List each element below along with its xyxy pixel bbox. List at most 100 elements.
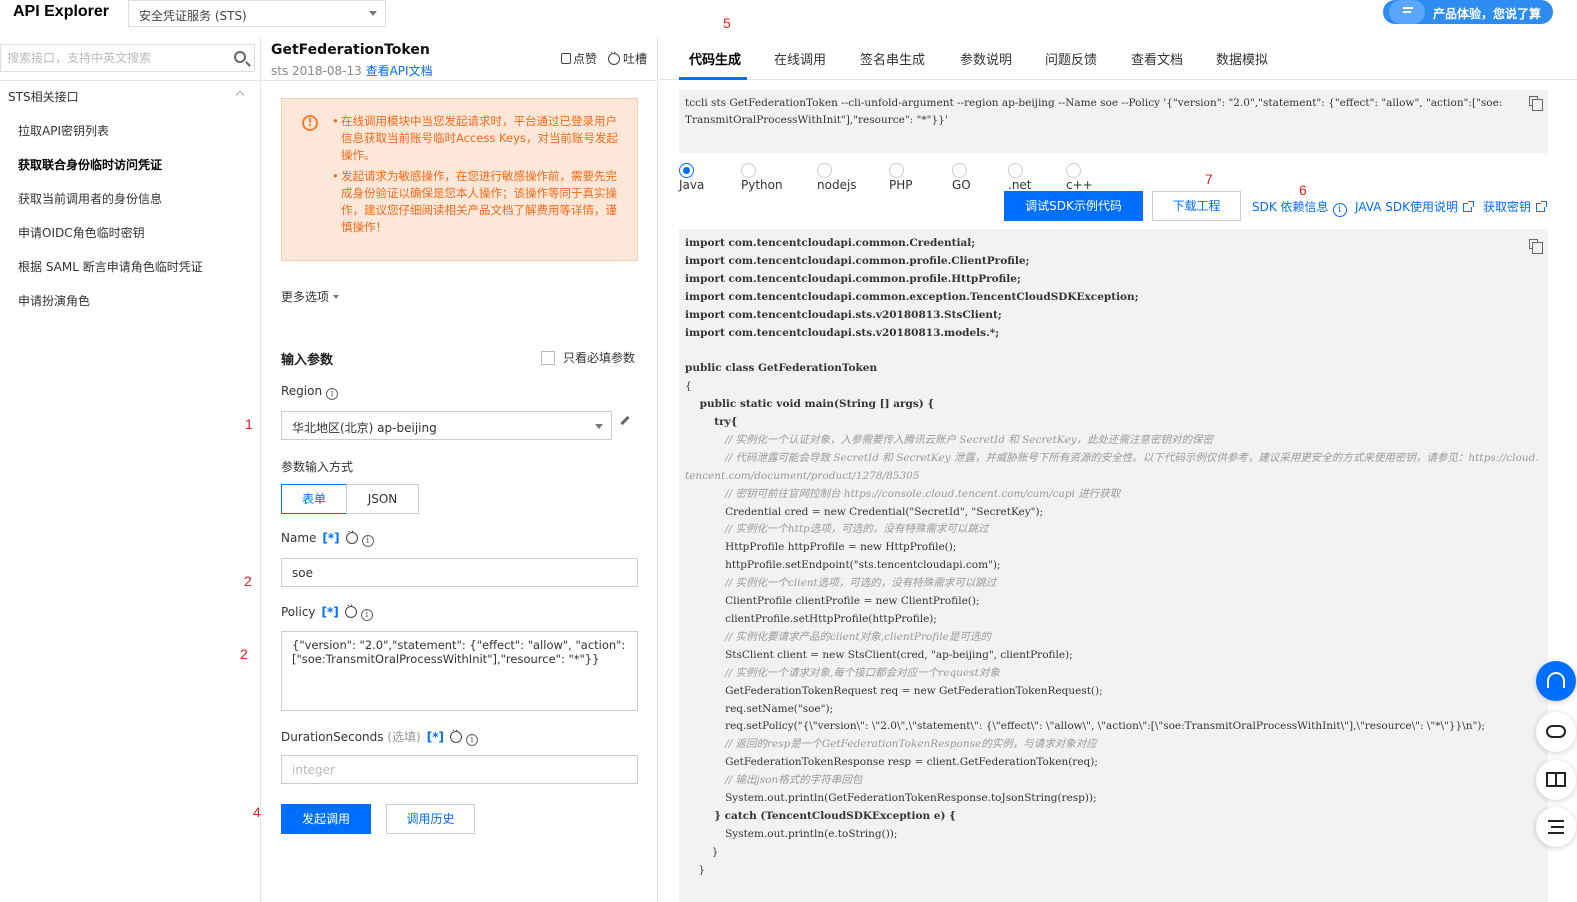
tab-signature[interactable]: 签名串生成	[860, 49, 925, 68]
code-line: try{	[685, 416, 738, 429]
code-line: // 实例化一个client选项，可选的，没有特殊需求可以跳过	[685, 577, 997, 590]
code-line: // 代码泄露可能会导致 SecretId 和 SecretKey 泄露，并威胁…	[685, 451, 1539, 482]
sidebar-item-list-api-keys[interactable]: 拉取API密钥列表	[18, 122, 109, 139]
radio-label: Java	[679, 178, 705, 192]
service-select[interactable]: 安全凭证服务 (STS)	[128, 0, 386, 27]
search-box[interactable]	[0, 44, 255, 72]
invoke-button[interactable]: 发起调用	[281, 804, 371, 834]
info-icon[interactable]: i	[360, 609, 373, 621]
required-tag: [*]	[322, 531, 340, 545]
search-input[interactable]	[7, 49, 222, 67]
copy-icon[interactable]	[1529, 239, 1543, 254]
sidebar-item-assume-role-oidc[interactable]: 申请OIDC角色临时密钥	[18, 224, 145, 241]
tab-online-call[interactable]: 在线调用	[774, 49, 826, 68]
region-select[interactable]: 华北地区(北京) ap-beijing	[281, 411, 612, 440]
caret-down-icon	[333, 295, 340, 299]
download-project-button[interactable]: 下载工程	[1152, 191, 1241, 221]
radio-label: PHP	[889, 178, 913, 192]
code-line: GetFederationTokenResponse resp = client…	[685, 756, 1098, 769]
code-line: import com.tencentcloudapi.common.except…	[685, 290, 1139, 303]
sdk-deps-label: SDK 依赖信息	[1252, 200, 1329, 214]
radio-dot-icon	[1008, 163, 1023, 178]
cloud-button[interactable]	[1536, 712, 1576, 752]
docs-button[interactable]	[1536, 760, 1576, 800]
info-icon[interactable]: i	[361, 535, 374, 547]
sidebar: STS相关接口 拉取API密钥列表 获取联合身份临时访问凭证 获取当前调用者的身…	[0, 38, 261, 902]
annotation-number: 5	[723, 15, 731, 31]
frown-icon[interactable]	[344, 601, 357, 618]
more-options-toggle[interactable]: 更多选项	[281, 288, 340, 305]
code-line: import com.tencentcloudapi.sts.v20180813…	[685, 326, 1000, 339]
radio-java[interactable]: Java	[679, 163, 704, 192]
mode-form-button[interactable]: 表单	[281, 484, 347, 514]
name-input[interactable]: soe	[281, 558, 638, 587]
tab-params[interactable]: 参数说明	[960, 49, 1012, 68]
like-button[interactable]: 点赞	[561, 50, 597, 67]
radio-python[interactable]: Python	[741, 163, 783, 192]
pencil-icon[interactable]	[620, 415, 630, 426]
radio-dotnet[interactable]: .net	[1008, 163, 1032, 192]
promo-button[interactable]: 产品体验，您说了算	[1383, 0, 1553, 24]
region-select-value: 华北地区(北京) ap-beijing	[292, 421, 437, 435]
java-sdk-doc-link[interactable]: JAVA SDK使用说明	[1355, 198, 1474, 215]
tab-mock[interactable]: 数据模拟	[1216, 49, 1268, 68]
info-icon[interactable]: i	[466, 734, 478, 746]
sidebar-item-get-federation-token[interactable]: 获取联合身份临时访问凭证	[18, 156, 162, 173]
copy-icon[interactable]	[1529, 96, 1543, 111]
annotation-number: 2	[244, 573, 252, 589]
required-only-label: 只看必填参数	[563, 351, 636, 365]
sidebar-item-get-caller-identity[interactable]: 获取当前调用者的身份信息	[18, 190, 162, 207]
required-only-checkbox[interactable]: 只看必填参数	[541, 349, 635, 366]
api-doc-link[interactable]: 查看API文档	[366, 64, 433, 78]
history-button[interactable]: 调用历史	[386, 804, 475, 834]
chevron-down-icon	[595, 424, 603, 429]
mode-json-button[interactable]: JSON	[346, 484, 419, 514]
tab-docs[interactable]: 查看文档	[1131, 49, 1183, 68]
sidebar-item-assume-role-saml[interactable]: 根据 SAML 断言申请角色临时凭证	[18, 258, 203, 275]
code-line: // 输出json格式的字符串回包	[685, 774, 863, 787]
list-icon	[1548, 820, 1564, 822]
code-line: import com.tencentcloudapi.common.profil…	[685, 254, 1030, 267]
region-label-text: Region	[281, 384, 323, 398]
sidebar-group-header[interactable]: STS相关接口	[8, 88, 79, 105]
menu-button[interactable]	[1536, 807, 1576, 847]
annotation-number: 4	[253, 804, 261, 820]
code-line: }	[685, 845, 719, 858]
policy-textarea[interactable]: {"version": "2.0","statement": {"effect"…	[281, 631, 638, 711]
duration-label-text: DurationSeconds	[281, 730, 384, 744]
radio-label: .net	[1008, 178, 1032, 192]
duration-input[interactable]: integer	[281, 755, 638, 784]
code-line: clientProfile.setHttpProfile(httpProfile…	[685, 613, 937, 626]
info-icon[interactable]: i	[326, 388, 339, 400]
radio-cpp[interactable]: c++	[1066, 163, 1093, 192]
get-key-label: 获取密钥	[1483, 200, 1532, 214]
get-key-link[interactable]: 获取密钥	[1483, 198, 1548, 215]
thumbs-up-icon	[561, 53, 571, 64]
notice-box: ! 在线调用模块中当您发起请求时，平台通过已登录用户信息获取当前账号临时Acce…	[281, 98, 638, 261]
notice-item: 在线调用模块中当您发起请求时，平台通过已登录用户信息获取当前账号临时Access…	[332, 113, 627, 164]
radio-dot-icon	[817, 163, 832, 178]
chevron-up-icon[interactable]	[235, 90, 245, 100]
tab-code-gen[interactable]: 代码生成	[689, 49, 741, 68]
checkbox-icon[interactable]	[541, 351, 555, 365]
radio-go[interactable]: GO	[952, 163, 975, 192]
radio-dot-icon	[1066, 163, 1081, 178]
support-button[interactable]	[1536, 661, 1576, 701]
radio-dot-icon	[679, 163, 694, 178]
feedback-button[interactable]: 吐槽	[608, 48, 647, 67]
debug-sdk-button[interactable]: 调试SDK示例代码	[1004, 191, 1143, 221]
radio-php[interactable]: PHP	[889, 163, 913, 192]
sdk-deps-link[interactable]: SDK 依赖信息 i	[1252, 198, 1347, 217]
cloud-icon	[1546, 725, 1566, 738]
annotation-number: 1	[245, 416, 253, 432]
radio-label: Python	[741, 178, 783, 192]
code-block: import com.tencentcloudapi.common.Creden…	[679, 229, 1548, 902]
frown-icon[interactable]	[345, 527, 358, 544]
code-line: import com.tencentcloudapi.common.Creden…	[685, 237, 976, 249]
frown-icon[interactable]	[450, 726, 462, 743]
radio-nodejs[interactable]: nodejs	[817, 163, 857, 192]
tab-feedback[interactable]: 问题反馈	[1045, 49, 1097, 68]
search-icon[interactable]	[234, 51, 246, 63]
sidebar-item-assume-role[interactable]: 申请扮演角色	[18, 292, 90, 309]
code-line: import com.tencentcloudapi.common.profil…	[685, 272, 1021, 285]
